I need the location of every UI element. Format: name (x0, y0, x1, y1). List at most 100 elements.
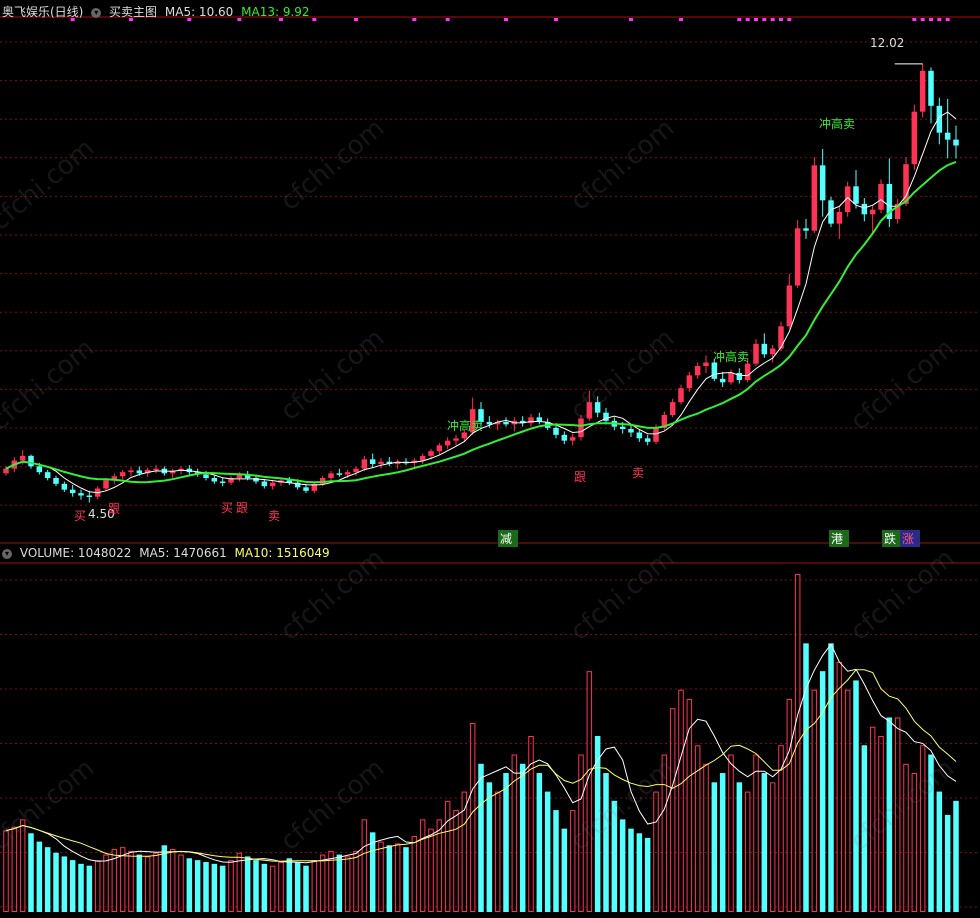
signal-marker (929, 18, 933, 21)
candle-body (61, 483, 68, 490)
annotation-rush-high-sell-3: 冲高卖 (819, 117, 856, 131)
candle-body (628, 429, 634, 433)
candle-body (203, 474, 209, 478)
volume-bar (486, 782, 493, 912)
volume-bar (353, 850, 359, 912)
volume-bar (428, 828, 434, 913)
volume-bar (419, 819, 426, 912)
candle-body (28, 455, 34, 467)
signal-marker (770, 18, 775, 21)
volume-bar (869, 726, 876, 912)
volume-bar (953, 800, 959, 912)
volume-bar (661, 754, 668, 912)
annotation-rush-high-sell-1: 冲高卖 (447, 419, 484, 433)
candle-body (328, 473, 334, 478)
tag-fall-text: 跌 (884, 532, 897, 546)
volume-ma5-value: MA5: 1470661 (139, 546, 227, 560)
candle-body (344, 472, 351, 475)
volume-bar (478, 763, 484, 912)
volume-bar (769, 782, 776, 912)
candle-body (778, 326, 784, 349)
volume-bar (403, 847, 409, 912)
volume-bar (878, 736, 884, 912)
volume-bar (603, 773, 609, 912)
candle-body (303, 487, 309, 491)
volume-bar (44, 847, 51, 912)
volume-bar (919, 745, 926, 913)
signal-marker (445, 18, 450, 21)
volume-bar (719, 773, 726, 912)
indicator-name[interactable]: 买卖主图 (109, 5, 157, 19)
volume-bar (136, 854, 143, 912)
candle-body (36, 466, 43, 473)
candle-body (911, 111, 918, 165)
volume-bar (394, 843, 401, 913)
candle-body (486, 422, 493, 425)
volume-bar (628, 828, 634, 912)
volume-bar (286, 858, 293, 912)
signal-marker (754, 18, 758, 21)
candle-body (586, 402, 593, 419)
collapse-icon[interactable]: ▾ (91, 7, 102, 18)
annotation-sell-1: 卖 (268, 509, 281, 523)
candle-body (736, 373, 743, 380)
candle-body (211, 478, 218, 482)
price-header: 奥飞娱乐(日线) ▾ 买卖主图 MA5: 10.60 MA13: 9.92 (2, 3, 314, 20)
tag-fall: 跌 (882, 530, 903, 547)
volume-bar (153, 852, 159, 912)
volume-bar (786, 698, 793, 913)
signal-marker (745, 18, 750, 21)
annotation-follow-1: 跟 (108, 502, 121, 516)
candle-body (369, 459, 376, 464)
candle-body (644, 438, 651, 442)
candle-body (436, 445, 443, 452)
signal-marker (679, 18, 683, 21)
candle-body (728, 373, 734, 383)
volume-bar (203, 861, 209, 912)
volume-bar (361, 819, 368, 912)
candle-body (819, 165, 826, 201)
signal-marker (912, 18, 917, 21)
candle-body (811, 165, 818, 231)
volume-bar (228, 860, 234, 913)
volume-ma10-value: MA10: 1516049 (234, 546, 330, 560)
candle-body (428, 451, 434, 456)
candle-body (869, 209, 876, 215)
tag-port-text: 港 (831, 532, 844, 546)
volume-bar (469, 723, 476, 912)
candle-body (453, 438, 459, 441)
candle-body (744, 363, 751, 380)
candle-body (553, 427, 559, 435)
volume-bar (928, 754, 934, 912)
volume-bar (411, 836, 418, 913)
volume-header: ▾ VOLUME: 1048022 MA5: 1470661 MA10: 151… (2, 546, 334, 560)
volume-bar (3, 830, 9, 912)
candle-body (153, 468, 159, 471)
volume-bar (703, 763, 709, 913)
volume-bar (53, 852, 59, 912)
candle-body (219, 481, 226, 483)
volume-collapse-icon[interactable]: ▾ (2, 548, 12, 559)
volume-bar (586, 671, 593, 912)
volume-bar (344, 856, 351, 913)
volume-bar (903, 763, 909, 913)
volume-bar (161, 845, 168, 912)
tag-reduce: 减 (498, 530, 519, 547)
candle-body (361, 459, 368, 469)
annotation-sell-2: 卖 (632, 466, 645, 480)
volume-bar (503, 773, 509, 912)
candle-body (353, 468, 359, 473)
volume-bar (594, 736, 601, 912)
candle-body (86, 495, 93, 497)
volume-bar (28, 833, 34, 912)
tag-rise: 涨 (900, 530, 921, 547)
volume-bar (553, 810, 559, 912)
annotation-high: 12.02 (870, 36, 905, 50)
candle-body (269, 482, 276, 487)
chart-svg (0, 16, 980, 913)
volume-bar (311, 860, 318, 913)
volume-bar (886, 717, 893, 912)
volume-bar (186, 858, 193, 912)
candle-body (503, 422, 509, 425)
candle-body (803, 228, 809, 231)
